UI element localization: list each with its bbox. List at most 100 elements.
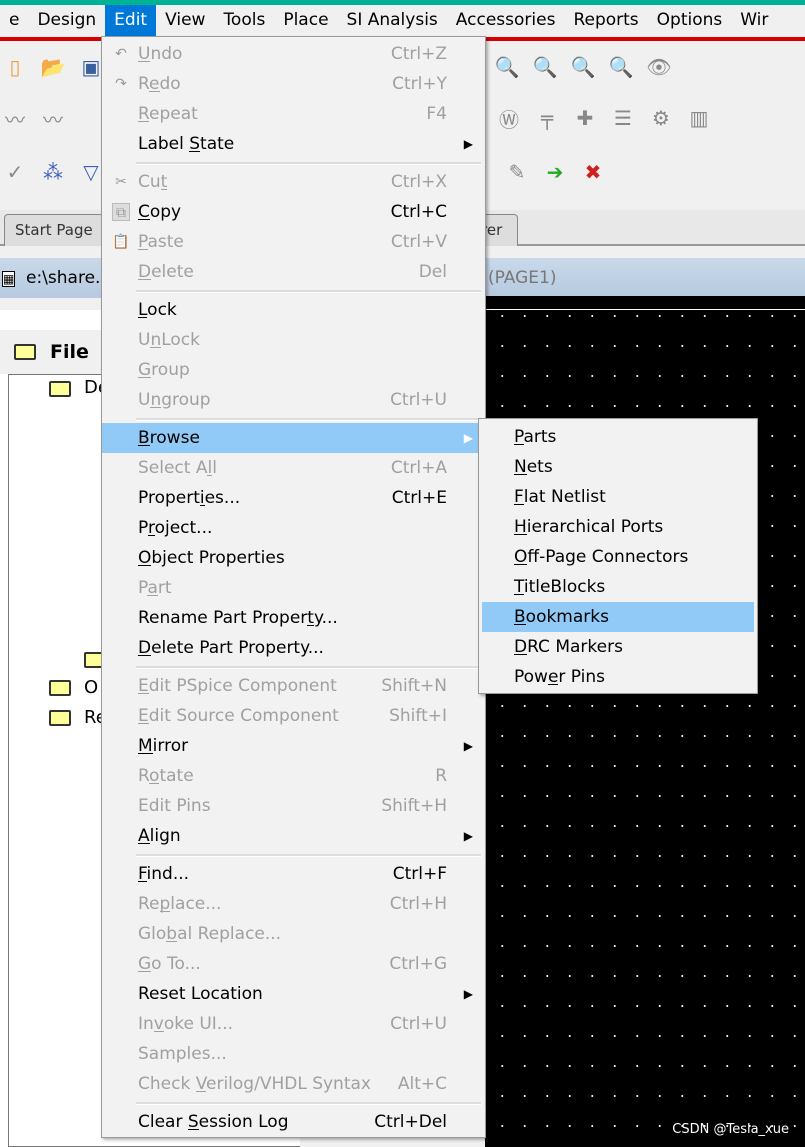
shortcut-label: Shift+N: [381, 676, 447, 696]
shortcut-label: Ctrl+E: [391, 488, 447, 508]
folder-icon[interactable]: [49, 381, 71, 397]
menu-place[interactable]: Place: [274, 5, 337, 37]
tree-item-outputs[interactable]: O: [84, 677, 98, 698]
shortcut-label: Ctrl+C: [390, 202, 447, 222]
chart-icon[interactable]: ▥: [684, 103, 714, 133]
wire-icon[interactable]: Ⓦ: [494, 103, 524, 133]
shortcut-label: Ctrl+H: [389, 894, 447, 914]
menu-item-global-replace[interactable]: Global Replace...: [102, 919, 485, 949]
shortcut-label: F4: [426, 104, 447, 124]
menu-item-reset-location[interactable]: Reset Location ▶: [102, 979, 485, 1009]
menu-item-find[interactable]: Find... Ctrl+F: [102, 859, 485, 889]
menu-reports[interactable]: Reports: [564, 5, 647, 37]
open-folder-icon[interactable]: 📂: [38, 52, 68, 82]
eye-icon[interactable]: 👁: [644, 52, 674, 82]
hier-icon[interactable]: ☰: [608, 103, 638, 133]
menu-item-label: Rotate: [138, 766, 194, 786]
menu-item-align[interactable]: Align ▶: [102, 821, 485, 851]
menu-edit[interactable]: Edit: [105, 5, 157, 37]
menu-item-label: Parts: [514, 427, 557, 447]
menu-e[interactable]: e: [0, 5, 28, 37]
menu-item-part[interactable]: Part: [102, 573, 485, 603]
folder-icon[interactable]: [49, 710, 71, 726]
edit-doc-icon[interactable]: ✎: [502, 157, 532, 187]
menu-item-label: Undo: [138, 44, 183, 64]
menu-item-delete-part-property[interactable]: Delete Part Property...: [102, 633, 485, 663]
bus-icon[interactable]: ╤: [532, 103, 562, 133]
waveform-icon[interactable]: 〰: [0, 103, 30, 133]
menu-item-go-to[interactable]: Go To... Ctrl+G: [102, 949, 485, 979]
submenu-item-bookmarks[interactable]: Bookmarks: [482, 602, 754, 632]
menu-item-delete[interactable]: Delete Del: [102, 257, 485, 287]
folder-icon[interactable]: [49, 680, 71, 696]
menu-item-edit-pspice-component[interactable]: Edit PSpice Component Shift+N: [102, 671, 485, 701]
menu-item-undo[interactable]: ↶ Undo Ctrl+Z: [102, 39, 485, 69]
submenu-item-drc-markers[interactable]: DRC Markers: [479, 632, 757, 662]
menu-item-paste[interactable]: 📋 Paste Ctrl+V: [102, 227, 485, 257]
menu-separator: [102, 159, 485, 167]
menu-item-label: Hierarchical Ports: [514, 517, 664, 537]
submenu-arrow-icon: ▶: [463, 739, 473, 753]
menu-item-select-all[interactable]: Select All Ctrl+A: [102, 453, 485, 483]
submenu-item-titleblocks[interactable]: TitleBlocks: [479, 572, 757, 602]
tab-start-page[interactable]: Start Page: [4, 214, 104, 246]
zoom-area-icon[interactable]: 🔍: [568, 52, 598, 82]
edit-waveform-icon[interactable]: 〰: [38, 103, 68, 133]
menu-item-check-verilog-vhdl-syntax[interactable]: Check Verilog/VHDL Syntax Alt+C: [102, 1069, 485, 1099]
shortcut-label: Ctrl+X: [390, 172, 447, 192]
menu-design[interactable]: Design: [28, 5, 105, 37]
new-file-icon[interactable]: ▯: [0, 52, 30, 82]
menu-item-browse[interactable]: Browse ▶: [102, 423, 485, 453]
menu-item-rename-part-property[interactable]: Rename Part Property...: [102, 603, 485, 633]
submenu-item-nets[interactable]: Nets: [479, 452, 757, 482]
netlist-icon[interactable]: ⁂: [38, 157, 68, 187]
check-icon[interactable]: ✓: [0, 157, 30, 187]
menu-item-label: Clear Session Log: [138, 1112, 289, 1132]
menu-si-analysis[interactable]: SI Analysis: [338, 5, 447, 37]
submenu-arrow-icon: ▶: [463, 987, 473, 1001]
menu-item-project[interactable]: Project...: [102, 513, 485, 543]
submenu-item-flat-netlist[interactable]: Flat Netlist: [479, 482, 757, 512]
menu-item-clear-session-log[interactable]: Clear Session Log Ctrl+Del: [102, 1107, 485, 1137]
zoom-out-icon[interactable]: 🔍: [530, 52, 560, 82]
menu-item-ungroup[interactable]: Ungroup Ctrl+U: [102, 385, 485, 415]
menu-item-repeat[interactable]: Repeat F4: [102, 99, 485, 129]
menu-item-edit-pins[interactable]: Edit Pins Shift+H: [102, 791, 485, 821]
menu-item-rotate[interactable]: Rotate R: [102, 761, 485, 791]
probe-icon[interactable]: ⚙: [646, 103, 676, 133]
menu-options[interactable]: Options: [648, 5, 732, 37]
menu-item-label: Align: [138, 826, 181, 846]
menu-separator: [102, 1099, 485, 1107]
menu-item-label-state[interactable]: Label State ▶: [102, 129, 485, 159]
menu-item-copy[interactable]: ⧉ Copy Ctrl+C: [102, 197, 485, 227]
menu-item-cut[interactable]: ✂ Cut Ctrl+X: [102, 167, 485, 197]
menu-item-group[interactable]: Group: [102, 355, 485, 385]
submenu-item-off-page-connectors[interactable]: Off-Page Connectors: [479, 542, 757, 572]
menu-item-samples[interactable]: Samples...: [102, 1039, 485, 1069]
menu-item-properties[interactable]: Properties... Ctrl+E: [102, 483, 485, 513]
menu-item-invoke-ui[interactable]: Invoke UI... Ctrl+U: [102, 1009, 485, 1039]
menu-item-object-properties[interactable]: Object Properties: [102, 543, 485, 573]
zoom-all-icon[interactable]: 🔍: [606, 52, 636, 82]
menu-item-mirror[interactable]: Mirror ▶: [102, 731, 485, 761]
menu-wir[interactable]: Wir: [731, 5, 777, 37]
menu-item-edit-source-component[interactable]: Edit Source Component Shift+I: [102, 701, 485, 731]
window-title: e:\share.: [26, 268, 101, 288]
submenu-item-parts[interactable]: Parts: [479, 422, 757, 452]
delete-table-icon[interactable]: ✖: [578, 157, 608, 187]
panel-header-label: File: [50, 341, 89, 363]
menu-item-replace[interactable]: Replace... Ctrl+H: [102, 889, 485, 919]
menu-accessories[interactable]: Accessories: [447, 5, 565, 37]
redo-icon: ↷: [115, 76, 127, 92]
menu-item-lock[interactable]: Lock: [102, 295, 485, 325]
submenu-item-hierarchical-ports[interactable]: Hierarchical Ports: [479, 512, 757, 542]
shortcut-label: Ctrl+Y: [392, 74, 447, 94]
submenu-item-power-pins[interactable]: Power Pins: [479, 662, 757, 692]
export-icon[interactable]: ➔: [540, 157, 570, 187]
menu-tools[interactable]: Tools: [214, 5, 274, 37]
zoom-in-icon[interactable]: 🔍: [492, 52, 522, 82]
menu-item-unlock[interactable]: UnLock: [102, 325, 485, 355]
junction-icon[interactable]: ✚: [570, 103, 600, 133]
menu-item-redo[interactable]: ↷ Redo Ctrl+Y: [102, 69, 485, 99]
menu-view[interactable]: View: [156, 5, 214, 37]
